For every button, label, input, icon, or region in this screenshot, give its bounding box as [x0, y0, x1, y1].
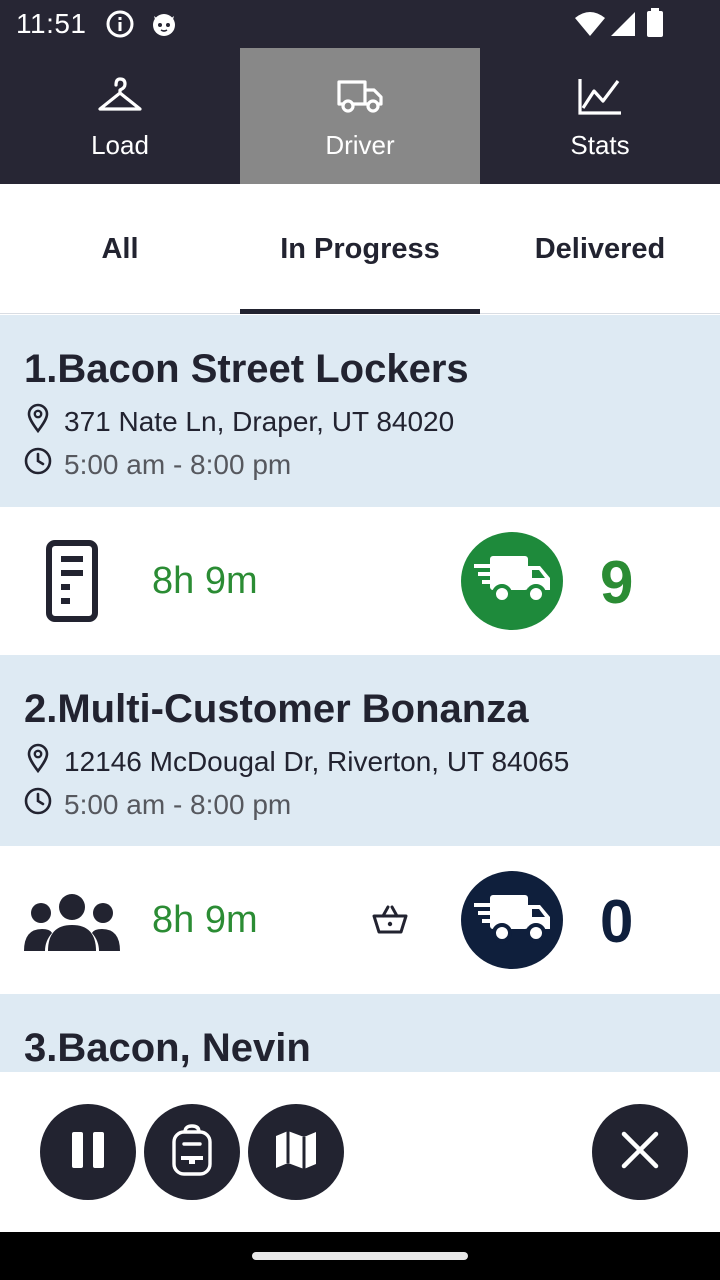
nav-label-stats: Stats [570, 130, 630, 160]
stop-hours-text: 5:00 am - 8:00 pm [64, 448, 292, 480]
delivery-status-button[interactable] [461, 532, 563, 630]
clock-icon [24, 447, 64, 482]
users-icon [24, 893, 120, 958]
stop-address-text: 12146 McDougal Dr, Riverton, UT 84065 [64, 745, 570, 777]
shipping-truck-icon [472, 552, 552, 611]
package-count: 0 [600, 888, 634, 955]
signal-icon [610, 10, 636, 43]
stop-address: 12146 McDougal Dr, Riverton, UT 84065 [24, 743, 569, 780]
pause-icon [70, 1130, 106, 1175]
nav-label-driver: Driver [325, 130, 395, 160]
stop-row[interactable]: 8h 9m 0 [0, 847, 720, 993]
stop-row[interactable]: 8h 9m 9 [0, 508, 720, 654]
tab-in-progress[interactable]: In Progress [240, 184, 480, 314]
backpack-icon [170, 1123, 214, 1181]
system-nav-bar [0, 1232, 720, 1280]
stop-header[interactable]: 2.Multi-Customer Bonanza 12146 McDougal … [0, 655, 720, 846]
cat-icon [150, 10, 178, 43]
location-pin-icon [24, 743, 64, 780]
backpack-button[interactable] [144, 1104, 240, 1200]
home-gesture-handle[interactable] [252, 1252, 468, 1260]
tab-delivered[interactable]: Delivered [480, 184, 720, 314]
nav-stats[interactable]: Stats [480, 48, 720, 184]
map-icon [272, 1126, 320, 1179]
battery-icon [646, 8, 664, 43]
line-chart-icon [577, 74, 623, 118]
location-pin-icon [24, 403, 64, 440]
stop-hours-text: 5:00 am - 8:00 pm [64, 788, 292, 820]
shipping-truck-icon [472, 891, 552, 950]
pause-button[interactable] [40, 1104, 136, 1200]
tab-all[interactable]: All [0, 184, 240, 314]
wifi-icon [574, 10, 606, 43]
hanger-icon [97, 74, 143, 118]
stop-title: 2.Multi-Customer Bonanza [24, 687, 529, 731]
close-icon [620, 1130, 660, 1175]
nav-driver[interactable]: Driver [240, 48, 480, 184]
stop-hours: 5:00 am - 8:00 pm [24, 447, 291, 482]
nav-label-load: Load [91, 130, 149, 160]
stop-header[interactable]: 1.Bacon Street Lockers 371 Nate Ln, Drap… [0, 315, 720, 507]
map-button[interactable] [248, 1104, 344, 1200]
stop-address: 371 Nate Ln, Draper, UT 84020 [24, 403, 454, 440]
delivery-status-button[interactable] [461, 871, 563, 969]
stop-duration: 8h 9m [152, 560, 258, 602]
package-count: 9 [600, 549, 634, 616]
stop-title: 3.Bacon, Nevin [24, 1026, 311, 1070]
clock-icon [24, 787, 64, 822]
stop-hours: 5:00 am - 8:00 pm [24, 787, 291, 822]
stop-duration: 8h 9m [152, 899, 258, 941]
status-tabs: All In Progress Delivered [0, 184, 720, 314]
basket-icon [372, 905, 408, 940]
stop-address-text: 371 Nate Ln, Draper, UT 84020 [64, 405, 455, 437]
stop-title: 1.Bacon Street Lockers [24, 347, 469, 391]
action-bar [0, 1072, 720, 1232]
info-icon [106, 10, 134, 43]
status-time: 11:51 [16, 8, 87, 39]
truck-icon [336, 74, 384, 118]
stop-header[interactable]: 3.Bacon, Nevin [0, 994, 720, 1072]
nav-load[interactable]: Load [0, 48, 240, 184]
locker-icon [46, 540, 98, 627]
status-bar: 11:51 [0, 0, 720, 48]
top-nav: Load Driver Stats [0, 48, 720, 184]
close-button[interactable] [592, 1104, 688, 1200]
